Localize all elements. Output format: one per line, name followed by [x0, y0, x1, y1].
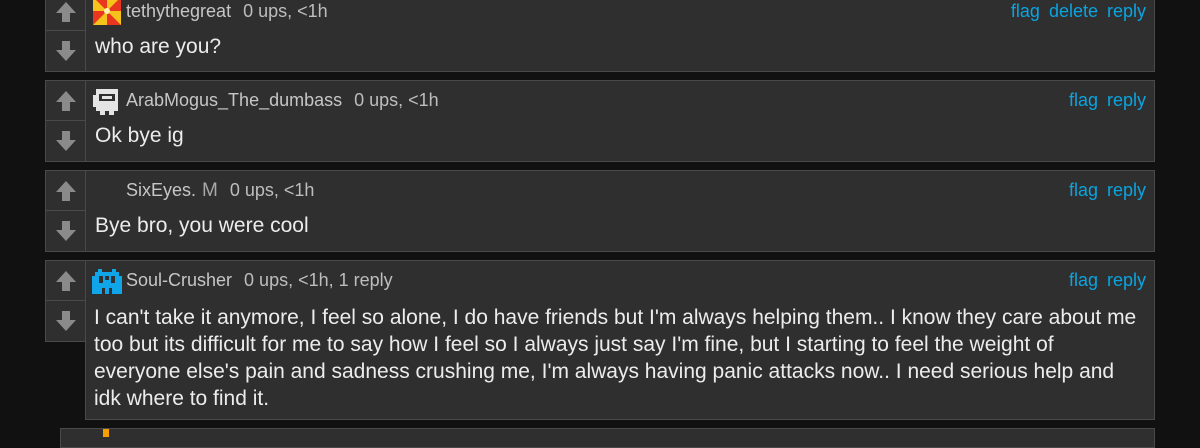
comment-stats: 0 ups, <1h	[229, 180, 315, 200]
reply-comment-partial	[60, 428, 1155, 448]
comment-body-box: Soul-Crusher 0 ups, <1h, 1 reply flag repl…	[85, 260, 1155, 420]
flag-link[interactable]: flag	[1069, 90, 1098, 110]
mod-badge: M	[202, 180, 218, 201]
upvote-button[interactable]	[46, 0, 86, 31]
upvote-button[interactable]	[46, 171, 86, 211]
comment-text: I can't take it anymore, I feel so alone…	[94, 306, 1137, 410]
downvote-button[interactable]	[46, 301, 86, 341]
upvote-button[interactable]	[46, 81, 86, 121]
username[interactable]: Soul-Crusher	[126, 270, 232, 290]
comment-meta: ArabMogus_The_dumbass 0 ups, <1h	[126, 90, 439, 110]
comment-stats: 0 ups, <1h, 1 reply	[244, 270, 393, 290]
pixel-invader-avatar-icon	[92, 267, 122, 297]
username[interactable]: tethythegreat	[126, 1, 231, 21]
pixel-crewmate-avatar-icon	[93, 89, 118, 115]
comment-actions: flag delete reply	[1002, 1, 1146, 21]
reply-link[interactable]: reply	[1107, 1, 1146, 21]
arrow-up-icon	[56, 1, 76, 22]
comment-meta: Soul-Crusher 0 ups, <1h, 1 reply	[126, 270, 393, 290]
comment-stats: 0 ups, <1h	[354, 90, 439, 110]
reply-link[interactable]: reply	[1107, 270, 1146, 290]
comment: ArabMogus_The_dumbass 0 ups, <1h flag repl…	[45, 80, 1155, 162]
arrow-down-icon	[56, 131, 76, 151]
arrow-down-icon	[56, 311, 76, 331]
flag-link[interactable]: flag	[1069, 270, 1098, 290]
arrow-down-icon	[56, 221, 76, 241]
username[interactable]: SixEyes.	[126, 180, 196, 200]
arrow-up-icon	[56, 270, 76, 291]
flag-link[interactable]: flag	[1011, 1, 1040, 21]
comment: tethythegreat 0 ups, <1h flag delete reply …	[45, 0, 1155, 72]
reply-link[interactable]: reply	[1107, 180, 1146, 200]
comment-meta: tethythegreat 0 ups, <1h	[126, 1, 328, 21]
flag-link[interactable]: flag	[1069, 180, 1098, 200]
pinwheel-avatar-icon	[93, 0, 121, 25]
vote-column	[46, 0, 86, 71]
arrow-up-icon	[56, 180, 76, 201]
comment-stats: 0 ups, <1h	[243, 1, 328, 21]
comment-meta: SixEyes. M 0 ups, <1h	[126, 180, 315, 201]
reply-link[interactable]: reply	[1107, 90, 1146, 110]
downvote-button[interactable]	[46, 121, 86, 161]
comment-actions: flag reply	[1060, 90, 1146, 110]
delete-link[interactable]: delete	[1049, 1, 1098, 21]
comment-actions: flag reply	[1060, 270, 1146, 290]
comment-text: Bye bro, you were cool	[95, 214, 309, 237]
vote-column	[46, 261, 86, 341]
downvote-button[interactable]	[46, 211, 86, 251]
comment-text: Ok bye ig	[95, 124, 184, 147]
vote-column	[46, 171, 86, 251]
downvote-button[interactable]	[46, 31, 86, 71]
avatar	[103, 429, 109, 437]
comment: SixEyes. M 0 ups, <1h flag reply Bye bro, y…	[45, 170, 1155, 252]
arrow-up-icon	[56, 90, 76, 111]
upvote-button[interactable]	[46, 261, 86, 301]
vote-column	[46, 81, 86, 161]
username[interactable]: ArabMogus_The_dumbass	[126, 90, 342, 110]
arrow-down-icon	[56, 41, 76, 61]
comment-text: who are you?	[95, 35, 222, 58]
comment-actions: flag reply	[1060, 180, 1146, 200]
